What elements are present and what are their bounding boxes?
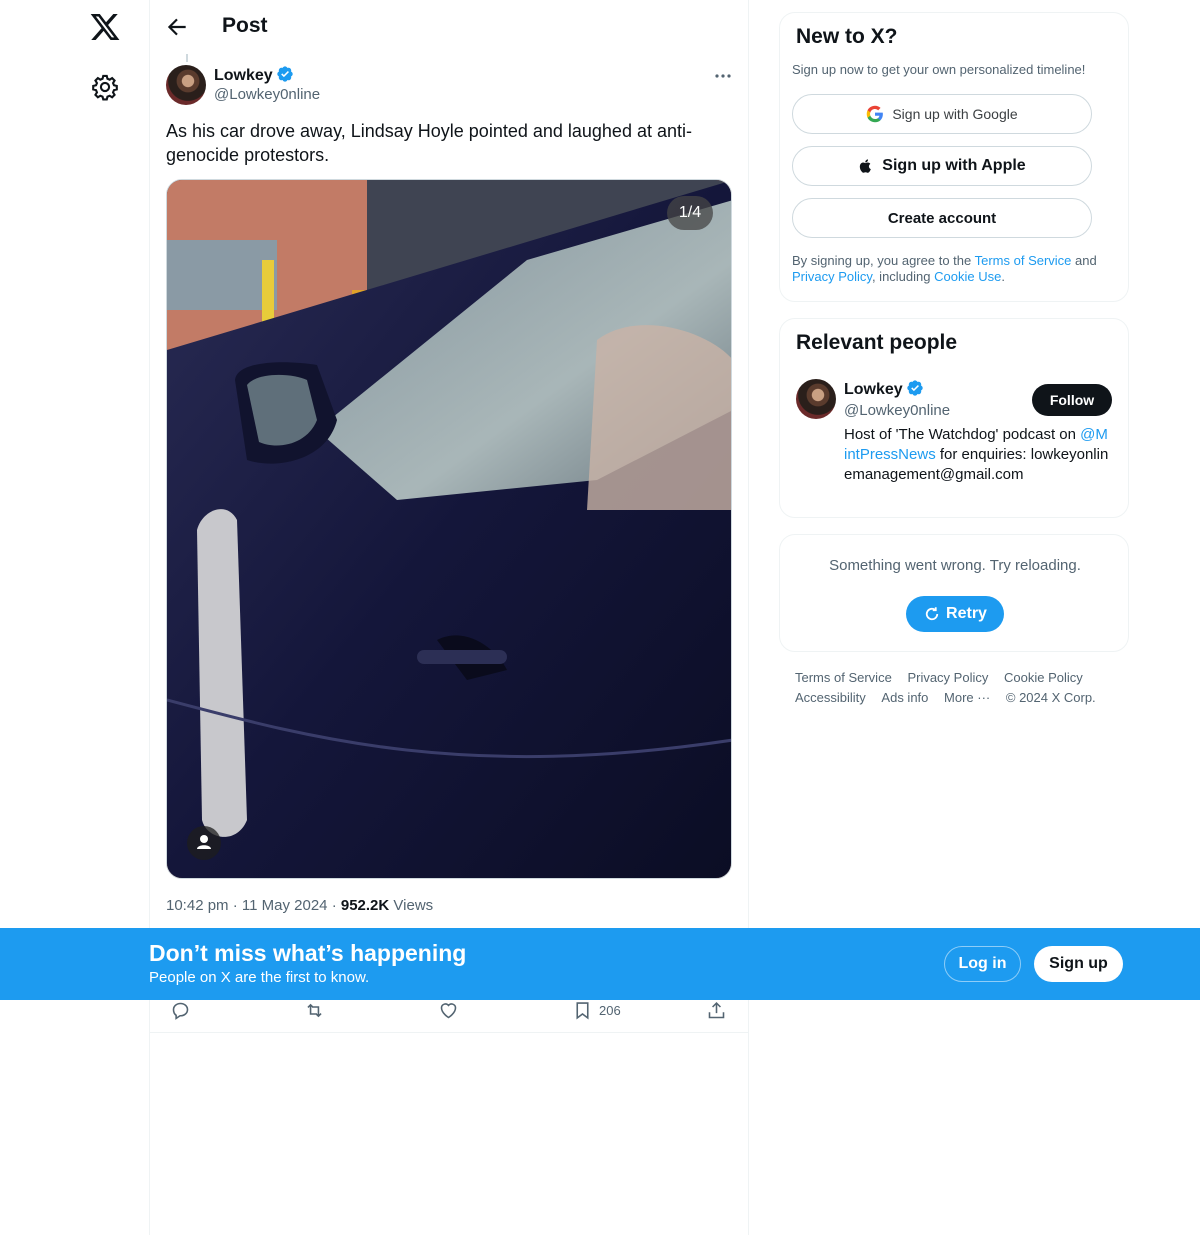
apple-signup-label: Sign up with Apple [882,157,1026,174]
apple-icon [860,159,872,173]
views-label: Views [393,897,434,914]
repost-button[interactable] [304,998,325,1022]
verified-badge-icon [277,66,293,82]
page-title: Post [222,14,268,37]
thread-line [186,54,188,62]
x-logo-icon[interactable] [89,11,121,43]
views-count: 952.2K [340,897,390,914]
signup-legal-text: By signing up, you agree to the Terms of… [792,253,1112,285]
footer-links: Terms of Service Privacy Policy Cookie P… [795,668,1125,708]
post-media[interactable]: 1/4 [166,179,732,879]
retry-button[interactable]: Retry [906,596,1004,632]
google-signup-label: Sign up with Google [892,106,1018,122]
footer-terms-link[interactable]: Terms of Service [795,668,892,688]
avatar[interactable] [166,65,206,105]
cookie-link[interactable]: Cookie Use [934,269,1001,284]
like-icon [440,1002,457,1018]
create-account-label: Create account [887,209,997,227]
car-photo [167,180,731,878]
footer-privacy-link[interactable]: Privacy Policy [907,668,988,688]
footer-accessibility-link[interactable]: Accessibility [795,688,866,708]
footer-ads-link[interactable]: Ads info [881,688,928,708]
legal-including: , including [871,269,935,284]
post-date[interactable]: 11 May 2024 [242,897,328,914]
footer-copyright: © 2024 X Corp. [1005,690,1096,705]
follow-button[interactable]: Follow [1032,384,1112,416]
apple-signup-button[interactable]: Sign up with Apple [792,146,1092,186]
share-icon [708,1001,725,1018]
retry-label: Retry [946,605,987,622]
meta-separator: · [331,897,341,914]
person-name[interactable]: Lowkey [844,379,924,399]
left-nav [0,0,150,1235]
signup-title: New to X? [796,25,898,48]
google-icon [867,105,884,123]
post-time[interactable]: 10:42 pm [166,897,229,914]
person-icon [197,835,211,849]
verified-badge-icon [907,380,923,396]
google-signup-button[interactable]: Sign up with Google [792,94,1092,134]
person-name-text[interactable]: Lowkey [844,381,903,398]
gear-icon[interactable] [91,73,119,101]
repost-icon [307,1003,322,1017]
signup-subtitle: Sign up now to get your own personalized… [792,62,1086,77]
author-name[interactable]: Lowkey [214,65,294,85]
trends-error-card: Something went wrong. Try reloading. Ret… [779,534,1129,652]
post-text: As his car drove away, Lindsay Hoyle poi… [166,121,692,165]
banner-subtitle: People on X are the first to know. [149,969,370,986]
signup-banner: Don’t miss what’s happening People on X … [0,928,1200,1000]
signup-card: New to X? Sign up now to get your own pe… [779,12,1129,302]
legal-end: . [1001,269,1005,284]
bookmark-button[interactable]: 206 [572,998,621,1022]
login-button[interactable]: Log in [944,946,1021,982]
author-name-text[interactable]: Lowkey [214,67,273,84]
footer-more-link[interactable]: More ··· [944,688,990,708]
main-column: Post Lowkey @Lowkey0nline As his car dro… [149,0,749,1235]
privacy-link[interactable]: Privacy Policy [792,269,872,284]
error-message: Something went wrong. Try reloading. [829,557,1081,574]
like-button[interactable] [438,998,459,1022]
bio-prefix: Host of 'The Watchdog' podcast on [844,426,1081,443]
reply-icon [172,1002,189,1020]
media-counter: 1/4 [667,196,713,230]
more-icon[interactable] [712,66,734,86]
post-meta: 10:42 pm · 11 May 2024 · 952.2K Views [166,897,433,914]
meta-separator: · [232,897,242,914]
share-button[interactable] [706,998,727,1022]
legal-and: and [1071,253,1097,268]
avatar[interactable] [796,379,836,419]
bookmark-count: 206 [599,1002,621,1018]
post-header: Post [150,0,748,54]
signup-button[interactable]: Sign up [1034,946,1123,982]
relevant-people-title: Relevant people [796,331,958,354]
terms-link[interactable]: Terms of Service [975,253,1072,268]
reply-button[interactable] [170,998,191,1022]
footer-cookie-link[interactable]: Cookie Policy [1004,668,1083,688]
refresh-icon [925,607,939,621]
tagged-people-button[interactable] [187,826,221,860]
relevant-people-card: Relevant people Lowkey @Lowkey0nline Fol… [779,318,1129,518]
back-arrow-icon[interactable] [164,14,190,40]
person-bio: Host of 'The Watchdog' podcast on @MintP… [844,425,1110,485]
person-handle[interactable]: @Lowkey0nline [844,402,950,419]
create-account-button[interactable]: Create account [792,198,1092,238]
legal-prefix: By signing up, you agree to the [792,253,975,268]
bookmark-icon [576,1001,589,1020]
banner-title: Don’t miss what’s happening [149,940,467,966]
author-handle[interactable]: @Lowkey0nline [214,86,320,103]
